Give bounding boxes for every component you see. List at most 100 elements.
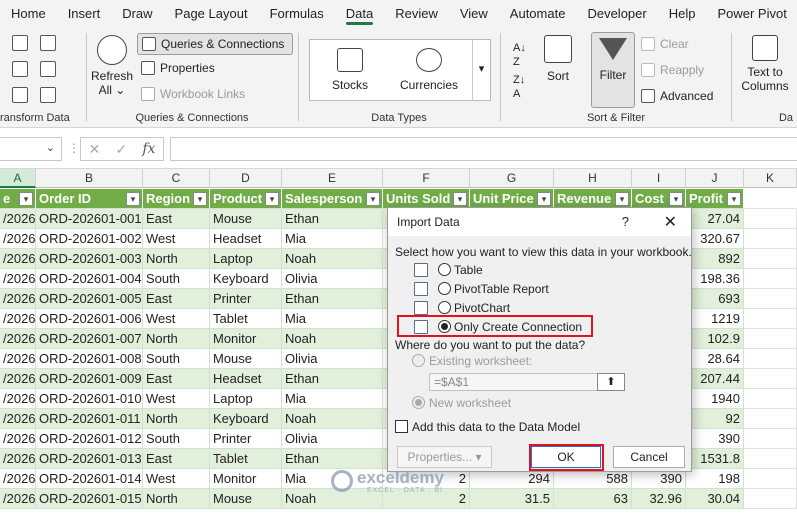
name-box-dropdown-icon[interactable]: ⌄ [46, 141, 55, 154]
existing-connections2-icon[interactable] [40, 87, 56, 103]
table-cell[interactable]: ORD-202601-007 [36, 329, 143, 349]
table-header-cell[interactable]: Salesperson ▾ [282, 189, 383, 209]
tab-automate[interactable]: Automate [499, 0, 577, 27]
table-cell[interactable]: East [143, 369, 210, 389]
table-cell[interactable]: Ethan [282, 449, 383, 469]
table-cell[interactable]: North [143, 409, 210, 429]
from-table-icon[interactable] [12, 87, 28, 103]
table-cell[interactable]: 27.04 [686, 209, 744, 229]
table-cell[interactable]: 390 [686, 429, 744, 449]
table-cell[interactable]: ORD-202601-013 [36, 449, 143, 469]
table-cell[interactable]: Noah [282, 329, 383, 349]
column-header-c[interactable]: C [143, 169, 210, 188]
collapse-dialog-icon[interactable]: ⬆ [597, 373, 625, 391]
table-cell[interactable]: /2026 [0, 389, 36, 409]
text-to-columns-button[interactable]: Text to Columns [738, 35, 792, 93]
cancel-button[interactable]: Cancel [613, 446, 685, 468]
option-table-label[interactable]: Table [454, 263, 483, 277]
formula-bar-grip-icon[interactable]: ⋮ [68, 141, 80, 155]
table-cell[interactable]: Mouse [210, 209, 282, 229]
table-cell[interactable]: ORD-202601-002 [36, 229, 143, 249]
column-header-d[interactable]: D [210, 169, 282, 188]
table-cell[interactable]: Laptop [210, 249, 282, 269]
table-cell[interactable]: Mouse [210, 489, 282, 509]
filter-dropdown-icon[interactable]: ▾ [453, 192, 467, 206]
option-pivotchart-label[interactable]: PivotChart [454, 301, 510, 315]
table-cell[interactable]: Laptop [210, 389, 282, 409]
properties-button[interactable]: Properties [141, 61, 215, 75]
table-cell[interactable]: South [143, 429, 210, 449]
table-cell[interactable]: Olivia [282, 349, 383, 369]
table-cell[interactable]: Tablet [210, 309, 282, 329]
table-cell[interactable]: 1219 [686, 309, 744, 329]
filter-dropdown-icon[interactable]: ▾ [126, 192, 140, 206]
table-cell[interactable]: /2026 [0, 229, 36, 249]
table-cell[interactable]: 390 [632, 469, 686, 489]
table-cell[interactable]: ORD-202601-010 [36, 389, 143, 409]
cancel-entry-icon[interactable]: ✕ [89, 141, 101, 158]
empty-cell[interactable] [744, 189, 797, 209]
empty-cell[interactable] [744, 449, 797, 469]
table-cell[interactable]: Keyboard [210, 269, 282, 289]
from-web-icon[interactable] [12, 61, 28, 77]
table-cell[interactable]: 32.96 [632, 489, 686, 509]
table-cell[interactable]: West [143, 389, 210, 409]
table-cell[interactable]: Noah [282, 409, 383, 429]
table-cell[interactable]: ORD-202601-012 [36, 429, 143, 449]
empty-cell[interactable] [744, 429, 797, 449]
insert-function-icon[interactable]: fx [142, 141, 155, 157]
radio-pivottable[interactable] [438, 282, 451, 295]
table-cell[interactable]: /2026 [0, 309, 36, 329]
table-cell[interactable]: 92 [686, 409, 744, 429]
radio-new-worksheet[interactable] [412, 396, 425, 409]
table-cell[interactable]: /2026 [0, 349, 36, 369]
refresh-all-button[interactable]: Refresh All ⌄ [91, 35, 133, 105]
tab-page-layout[interactable]: Page Layout [164, 0, 259, 27]
table-cell[interactable]: 207.44 [686, 369, 744, 389]
empty-cell[interactable] [744, 409, 797, 429]
column-header-k[interactable]: K [744, 169, 797, 188]
empty-cell[interactable] [744, 329, 797, 349]
table-cell[interactable]: /2026 [0, 249, 36, 269]
table-cell[interactable]: ORD-202601-009 [36, 369, 143, 389]
filter-dropdown-icon[interactable]: ▾ [193, 192, 207, 206]
table-cell[interactable]: Printer [210, 429, 282, 449]
filter-dropdown-icon[interactable]: ▾ [727, 192, 741, 206]
table-cell[interactable]: 63 [554, 489, 632, 509]
table-cell[interactable]: /2026 [0, 469, 36, 489]
table-cell[interactable]: 198.36 [686, 269, 744, 289]
table-header-cell[interactable]: e ▾ [0, 189, 36, 209]
table-cell[interactable]: 1531.8 [686, 449, 744, 469]
filter-dropdown-icon[interactable]: ▾ [265, 192, 279, 206]
table-cell[interactable]: Ethan [282, 369, 383, 389]
tab-insert[interactable]: Insert [57, 0, 112, 27]
table-cell[interactable]: Mia [282, 309, 383, 329]
table-cell[interactable]: /2026 [0, 409, 36, 429]
reapply-button[interactable]: Reapply [641, 63, 704, 77]
table-cell[interactable]: ORD-202601-004 [36, 269, 143, 289]
stocks-button[interactable]: Stocks [324, 48, 376, 92]
table-cell[interactable]: Headset [210, 229, 282, 249]
table-cell[interactable]: Mouse [210, 349, 282, 369]
radio-pivotchart[interactable] [438, 301, 451, 314]
table-cell[interactable]: West [143, 229, 210, 249]
table-cell[interactable]: 198 [686, 469, 744, 489]
radio-table[interactable] [438, 263, 451, 276]
column-header-a[interactable]: A [0, 169, 36, 188]
properties-dialog-button[interactable]: Properties... ▾ [397, 446, 492, 468]
filter-dropdown-icon[interactable]: ▾ [366, 192, 380, 206]
table-cell[interactable]: 294 [470, 469, 554, 489]
queries-connections-button[interactable]: Queries & Connections [137, 33, 293, 55]
table-cell[interactable]: /2026 [0, 449, 36, 469]
tab-draw[interactable]: Draw [111, 0, 163, 27]
table-cell[interactable]: East [143, 209, 210, 229]
table-header-cell[interactable]: Product ▾ [210, 189, 282, 209]
table-cell[interactable]: 28.64 [686, 349, 744, 369]
tab-help[interactable]: Help [658, 0, 707, 27]
table-cell[interactable]: East [143, 449, 210, 469]
table-cell[interactable]: /2026 [0, 329, 36, 349]
existing-connections-icon[interactable] [40, 35, 56, 51]
reference-input[interactable]: =$A$1 [429, 373, 625, 391]
empty-cell[interactable] [744, 349, 797, 369]
table-cell[interactable]: ORD-202601-003 [36, 249, 143, 269]
